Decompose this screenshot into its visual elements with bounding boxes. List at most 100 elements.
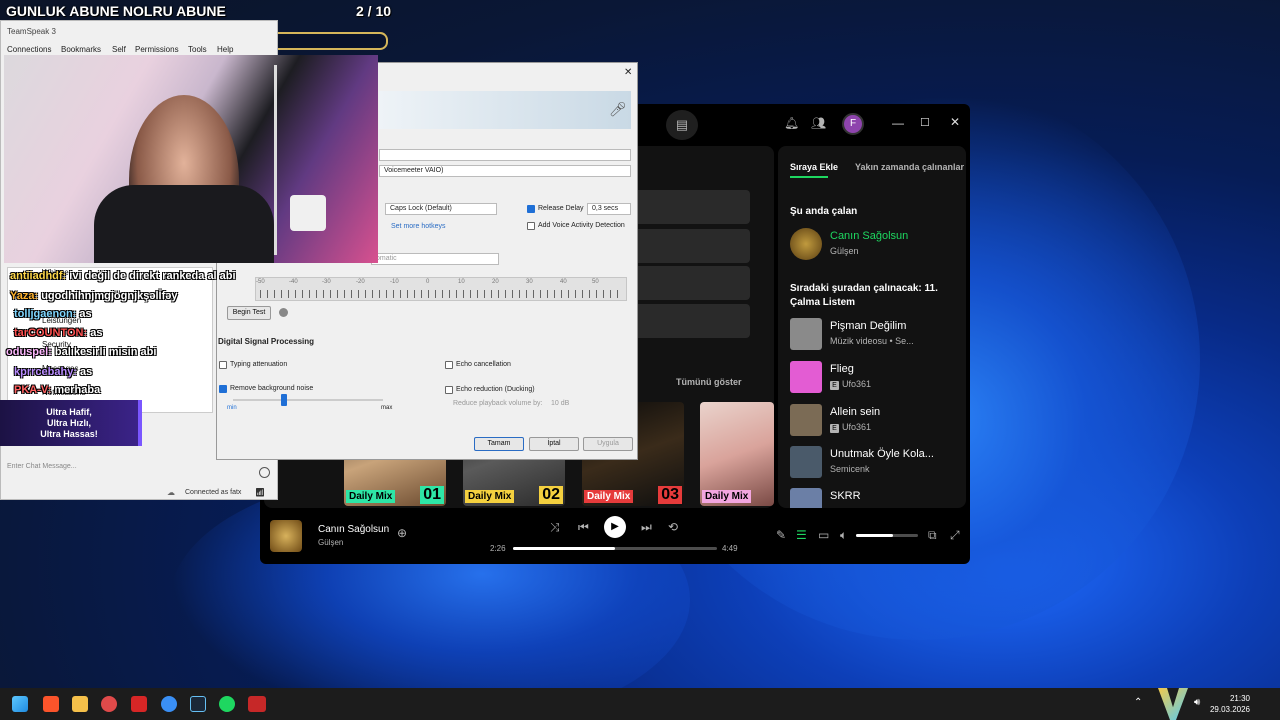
player-artist[interactable]: Gülşen: [318, 538, 343, 547]
vad-mode-select[interactable]: omatic: [371, 253, 499, 265]
queue-item[interactable]: Flieg E Ufo361: [790, 361, 960, 399]
menu-connections[interactable]: Connections: [7, 45, 51, 54]
album-art: [790, 361, 822, 393]
previous-icon[interactable]: ⏮︎: [578, 520, 589, 535]
tab-queue[interactable]: Sıraya Ekle: [790, 162, 838, 172]
apply-button[interactable]: Uygula: [583, 437, 633, 451]
clock-time: 21:30: [1229, 694, 1250, 703]
close-button[interactable]: ✕: [950, 115, 960, 129]
file-explorer-icon[interactable]: [72, 696, 88, 712]
avatar[interactable]: F: [842, 113, 864, 135]
echo-reduction-checkbox[interactable]: [445, 386, 453, 394]
spotify-icon[interactable]: [219, 696, 235, 712]
queue-item[interactable]: Allein sein E Ufo361: [790, 404, 960, 442]
fullscreen-icon[interactable]: ⤢: [950, 528, 960, 543]
app-icon[interactable]: [101, 696, 117, 712]
vad-checkbox[interactable]: [527, 222, 535, 230]
play-button[interactable]: ▶: [604, 516, 626, 538]
queue-icon[interactable]: ☰: [796, 528, 807, 542]
emoji-icon[interactable]: [259, 467, 270, 478]
mix-number: 03: [658, 486, 682, 504]
typing-attenuation-checkbox[interactable]: [219, 361, 227, 369]
ruler-tick-label: 50: [592, 279, 599, 285]
set-more-hotkeys-link[interactable]: Set more hotkeys: [391, 223, 445, 230]
menu-bookmarks[interactable]: Bookmarks: [61, 45, 101, 54]
reduce-playback-value[interactable]: 10 dB: [551, 400, 569, 407]
chat-message: antiiadhdf: ivi değil de direkt rankeda …: [10, 270, 236, 282]
stream-title: GUNLUK ABUNE NOLRU ABUNE: [6, 3, 226, 19]
shuffle-icon[interactable]: ⤨: [550, 520, 560, 535]
show-all-link[interactable]: Tümünü göster: [676, 377, 742, 387]
microphone-icon: 🎤︎: [609, 101, 627, 117]
album-art: [790, 446, 822, 478]
queue-subtitle: Semicenk: [830, 464, 870, 474]
now-playing-item[interactable]: Canın Sağolsun Gülşen: [790, 228, 960, 266]
progress-bar[interactable]: [513, 547, 717, 550]
echo-cancellation-checkbox[interactable]: [445, 361, 453, 369]
remove-noise-checkbox[interactable]: [219, 385, 227, 393]
close-icon[interactable]: ✕: [624, 67, 632, 78]
ruler-ticks: [260, 290, 620, 298]
bell-icon[interactable]: 🔔︎: [784, 116, 799, 130]
queue-title: SKRR: [830, 490, 861, 502]
begin-test-button[interactable]: Begin Test: [227, 306, 271, 320]
next-icon[interactable]: ⏭︎: [641, 520, 652, 535]
repeat-icon[interactable]: ⟲: [668, 520, 678, 534]
mini-player-icon[interactable]: ⧉: [928, 528, 937, 543]
menu-self[interactable]: Self: [112, 45, 126, 54]
ruler-tick-label: -40: [289, 279, 298, 285]
tray-chevron-icon[interactable]: ⌃: [1134, 697, 1142, 708]
remove-noise-label: Remove background noise: [230, 385, 314, 392]
player-title[interactable]: Canın Sağolsun: [318, 524, 389, 535]
friends-icon[interactable]: 👥︎: [811, 116, 826, 130]
explicit-icon: E: [830, 381, 839, 390]
noise-slider-thumb[interactable]: [281, 394, 287, 406]
maximize-button[interactable]: ☐: [920, 116, 930, 129]
echo-cancellation-label: Echo cancellation: [456, 361, 511, 368]
menu-permissions[interactable]: Permissions: [135, 45, 179, 54]
volume-icon[interactable]: 🔊︎: [1194, 697, 1200, 708]
profile-banner: 🎤︎: [379, 91, 631, 129]
volume-icon[interactable]: 🔈︎: [840, 528, 847, 543]
ruler-tick-label: 40: [560, 279, 567, 285]
hotkey-field[interactable]: Caps Lock (Default): [385, 203, 497, 215]
start-icon[interactable]: [12, 696, 28, 712]
device-icon[interactable]: ▭: [818, 528, 829, 542]
ruler-tick-label: -50: [256, 279, 265, 285]
chat-message: tolljgaenon: as: [14, 308, 92, 320]
clock[interactable]: 21:30 29.03.2026: [1210, 693, 1250, 715]
ok-button[interactable]: Tamam: [474, 437, 524, 451]
mode-select[interactable]: [379, 149, 631, 161]
cancel-button[interactable]: İptal: [529, 437, 579, 451]
release-delay-spinner[interactable]: 0,3 secs: [587, 203, 631, 215]
mix-label: Daily Mix: [465, 490, 515, 503]
volume-slider[interactable]: [856, 534, 918, 537]
queue-item[interactable]: Pişman Değilim Müzik videosu • Se...: [790, 318, 960, 356]
tab-recent[interactable]: Yakın zamanda çalınanlar: [855, 162, 964, 172]
minimize-button[interactable]: —: [892, 116, 904, 130]
device-select[interactable]: Voicemeeter VAIO): [379, 165, 631, 177]
daily-mix-card[interactable]: Daily Mix: [700, 402, 774, 506]
explicit-icon: E: [830, 424, 839, 433]
chat-message: Yaza: ugodhihnjmgjögnjkşəlİfəy: [10, 290, 178, 302]
album-art: [790, 318, 822, 350]
noise-slider[interactable]: [233, 399, 383, 401]
menu-help[interactable]: Help: [217, 45, 233, 54]
queue-item[interactable]: Unutmak Öyle Kola... Semicenk: [790, 446, 960, 484]
slider-min-label: min: [227, 405, 237, 411]
ruler-tick-label: 10: [458, 279, 465, 285]
chat-input[interactable]: Enter Chat Message...: [3, 463, 275, 477]
queue-item[interactable]: SKRR: [790, 488, 960, 508]
voicemeeter-icon[interactable]: [248, 696, 266, 712]
release-delay-checkbox[interactable]: [527, 205, 535, 213]
voice-level-ruler[interactable]: -50 -40 -30 -20 -10 0 10 20 30 40 50: [255, 277, 627, 301]
library-icon[interactable]: ▤: [666, 110, 698, 140]
brave-icon[interactable]: [43, 696, 59, 712]
steam-icon[interactable]: [190, 696, 206, 712]
teamspeak-icon[interactable]: [161, 696, 177, 712]
app-icon[interactable]: [131, 696, 147, 712]
lyrics-icon[interactable]: ✎: [776, 528, 786, 542]
queue-title: Unutmak Öyle Kola...: [830, 448, 934, 460]
menu-tools[interactable]: Tools: [188, 45, 207, 54]
add-icon[interactable]: ⊕: [397, 526, 407, 540]
